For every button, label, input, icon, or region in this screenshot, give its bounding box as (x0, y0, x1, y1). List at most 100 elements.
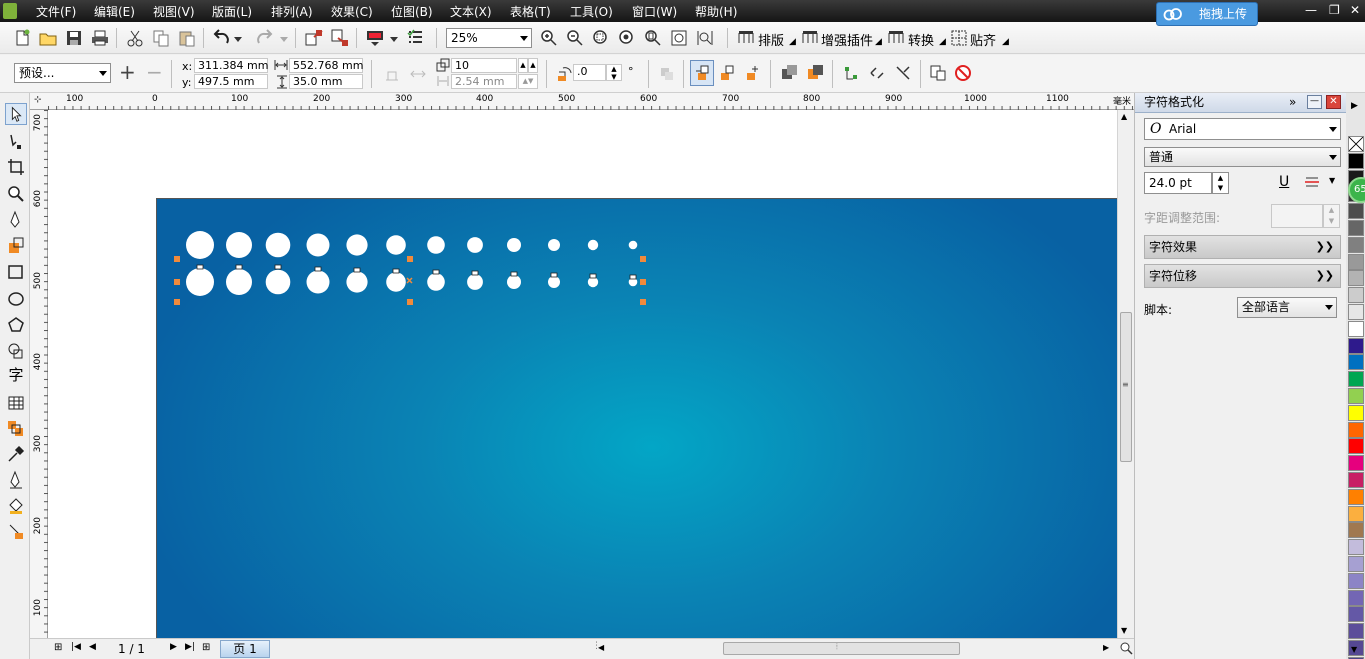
color-swatch[interactable] (1348, 371, 1364, 388)
undo-dropdown-icon[interactable] (234, 37, 242, 43)
font-style-select[interactable]: 普通 (1144, 147, 1341, 167)
convert-icon[interactable] (886, 28, 906, 48)
selection-handle[interactable] (640, 256, 646, 262)
node-handle[interactable] (353, 267, 361, 273)
script-select[interactable]: 全部语言 (1237, 297, 1337, 318)
ruler-corner-icon[interactable]: ⊹ (34, 95, 42, 105)
node-handle[interactable] (471, 270, 479, 276)
horizontal-ruler[interactable]: ⊹ 100 0 100 200 300 400 500 600 700 800 … (30, 93, 1134, 110)
zoom-out-icon[interactable] (565, 28, 585, 48)
combine-icon[interactable] (780, 63, 800, 83)
selection-handle[interactable] (407, 299, 413, 305)
layout-dropdown-icon[interactable]: ◢ (789, 37, 796, 47)
navigator-zoom-icon[interactable] (1119, 641, 1133, 655)
node-handle[interactable] (550, 272, 558, 278)
color-swatch[interactable] (1348, 270, 1364, 287)
break-apart-icon[interactable] (867, 63, 887, 83)
node-handle[interactable] (629, 274, 637, 280)
docker-close-button[interactable]: ✕ (1326, 95, 1341, 109)
save-icon[interactable] (64, 28, 84, 48)
no-fill-icon[interactable] (953, 63, 973, 83)
color-swatch[interactable] (1348, 203, 1364, 220)
color-swatch[interactable] (1348, 505, 1364, 522)
scroll-left-icon[interactable]: ◀ (598, 643, 604, 652)
menu-bitmaps[interactable]: 位图(B) (391, 3, 433, 20)
color-swatch[interactable] (1348, 421, 1364, 438)
selection-handle[interactable] (174, 299, 180, 305)
menu-window[interactable]: 窗口(W) (632, 3, 677, 20)
page-tab[interactable]: 页 1 (220, 640, 270, 658)
blend-tool-icon[interactable] (5, 418, 27, 440)
distribute-icon[interactable] (408, 64, 428, 84)
node-handle[interactable] (510, 271, 518, 277)
zoom-to-page-icon[interactable] (643, 28, 663, 48)
character-displacement-expander[interactable]: 字符位移 ❯❯ (1144, 264, 1341, 288)
ellipse-tool-icon[interactable] (5, 288, 27, 310)
redo-dropdown-icon[interactable] (280, 37, 288, 43)
underline-icon[interactable]: U (1279, 174, 1289, 190)
circle[interactable] (507, 275, 521, 289)
snap-button[interactable]: 贴齐 (970, 30, 996, 49)
node-handle[interactable] (314, 266, 322, 272)
snap-dropdown-icon[interactable]: ◢ (1002, 37, 1009, 47)
node-handle[interactable] (589, 273, 597, 279)
layout-icon[interactable] (736, 28, 756, 48)
color-swatch[interactable] (1348, 287, 1364, 304)
mirror-icon[interactable] (657, 64, 677, 84)
color-swatch[interactable] (1348, 320, 1364, 337)
width-field[interactable]: 552.768 mm (289, 58, 363, 73)
circle[interactable] (226, 269, 252, 295)
node-handle[interactable] (392, 268, 400, 274)
palette-scroll-up-icon[interactable]: ▶ (1351, 101, 1358, 111)
add-page-after-icon[interactable]: ⊞ (202, 642, 210, 653)
send-to-back-icon[interactable] (717, 63, 737, 83)
new-document-icon[interactable] (12, 28, 32, 48)
color-swatch[interactable] (1348, 404, 1364, 421)
selection-handle[interactable] (640, 279, 646, 285)
color-swatch[interactable] (1348, 304, 1364, 320)
export-icon[interactable] (330, 28, 350, 48)
color-swatch[interactable] (1348, 572, 1364, 589)
color-swatch[interactable] (1348, 388, 1364, 404)
menu-help[interactable]: 帮助(H) (695, 3, 737, 20)
color-swatch[interactable] (1348, 253, 1364, 270)
shape-tool-icon[interactable] (5, 131, 27, 153)
circle[interactable] (186, 231, 214, 259)
tracking-field[interactable] (1271, 204, 1323, 228)
add-preset-button[interactable]: + (119, 60, 136, 84)
color-swatch[interactable] (1348, 539, 1364, 556)
color-swatch[interactable] (1348, 488, 1364, 505)
zoom-page-height-icon[interactable] (695, 28, 715, 48)
angle-field[interactable]: .0 (573, 64, 606, 81)
eyedropper-tool-icon[interactable] (5, 443, 27, 465)
color-swatch[interactable] (1348, 236, 1364, 253)
next-page-icon[interactable]: ▶ (170, 642, 177, 652)
basic-shapes-tool-icon[interactable] (5, 340, 27, 362)
paste-icon[interactable] (177, 28, 197, 48)
text-tool-icon[interactable]: 字 (5, 365, 27, 387)
y-position-field[interactable]: 497.5 mm (194, 74, 268, 89)
restore-icon[interactable]: ❐ (1329, 3, 1340, 17)
menu-table[interactable]: 表格(T) (510, 3, 551, 20)
plugins-icon[interactable] (800, 28, 820, 48)
color-swatch[interactable] (1348, 522, 1364, 539)
color-swatch[interactable] (1348, 589, 1364, 606)
add-node-icon[interactable] (841, 63, 861, 83)
copy-icon[interactable] (151, 28, 171, 48)
circle[interactable] (386, 235, 406, 255)
hscroll-thumb[interactable] (723, 642, 960, 655)
drawing-canvas[interactable] (48, 110, 1117, 638)
circle[interactable] (226, 232, 252, 258)
blend-objects[interactable] (48, 110, 1117, 638)
font-size-field[interactable]: 24.0 pt (1144, 172, 1212, 194)
color-swatch[interactable] (1348, 606, 1364, 623)
vertical-scrollbar[interactable]: ▲ ≡ ▼ (1117, 110, 1134, 638)
last-page-icon[interactable]: ▶| (185, 642, 195, 652)
step-count-field[interactable]: 10 (451, 58, 517, 73)
pick-tool[interactable] (5, 103, 27, 125)
circle[interactable] (306, 233, 330, 257)
x-position-field[interactable]: 311.384 mm (194, 58, 268, 73)
node-handle[interactable] (432, 269, 440, 275)
previous-page-icon[interactable]: ◀ (89, 642, 96, 652)
circle[interactable] (507, 238, 521, 252)
